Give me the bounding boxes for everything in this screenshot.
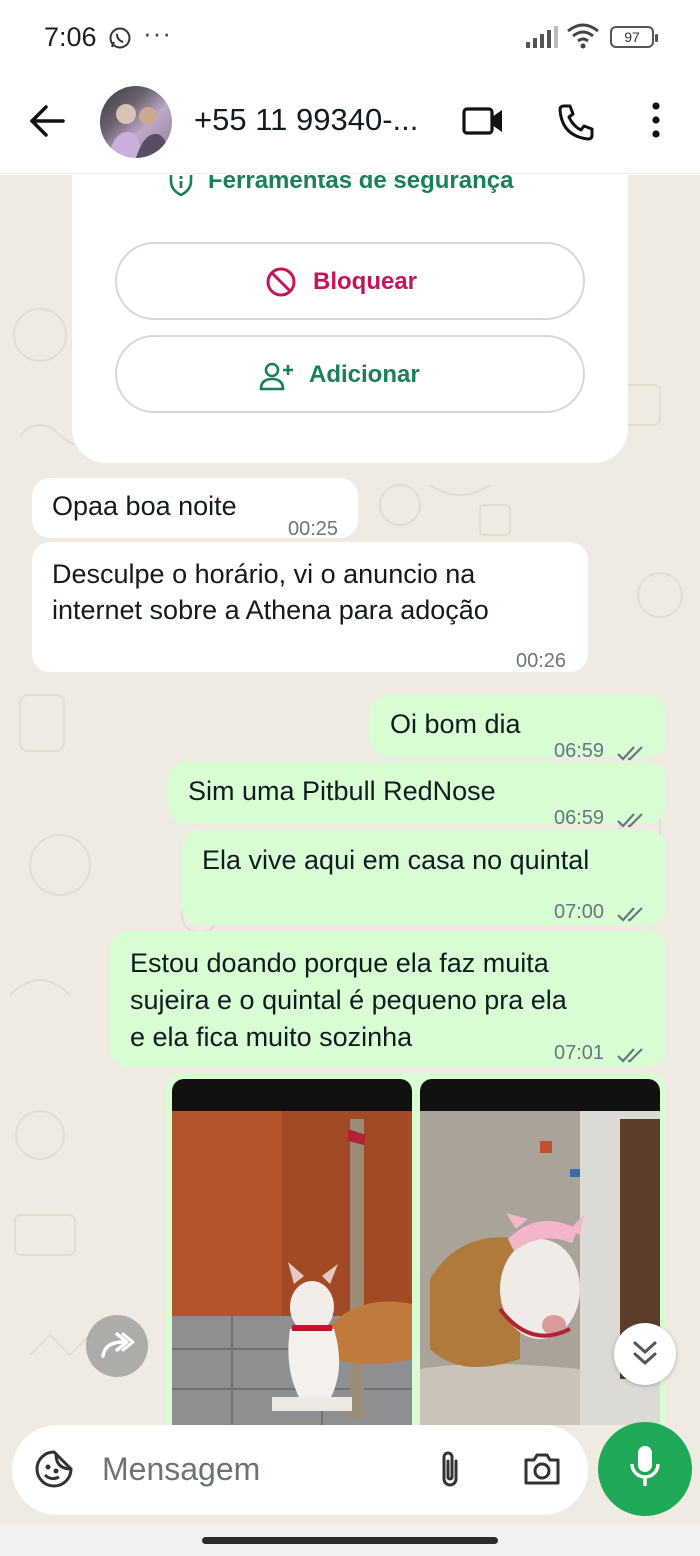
mic-button[interactable] <box>598 1422 692 1516</box>
chat-area[interactable]: Ferramentas de segurança Bloquear Adicio… <box>0 175 700 1425</box>
read-ticks-icon <box>616 1037 648 1073</box>
signal-icon <box>526 26 560 53</box>
shield-icon <box>168 175 194 202</box>
safety-tools-title[interactable]: Ferramentas de segurança <box>208 175 513 195</box>
message-line: internet sobre a Athena para adoção <box>52 595 489 625</box>
contact-name[interactable]: +55 11 99340-... <box>194 102 418 138</box>
home-gesture-handle[interactable] <box>202 1537 498 1544</box>
more-vertical-icon[interactable] <box>646 100 666 145</box>
block-button[interactable]: Bloquear <box>115 242 585 320</box>
message-bubble-outgoing[interactable]: Ela vive aqui em casa no quintal 07:00 <box>182 830 666 925</box>
message-time: 07:01 <box>554 1042 605 1064</box>
message-text: Desculpe o horário, vi o anuncio na inte… <box>52 556 489 628</box>
block-button-label: Bloquear <box>313 268 418 295</box>
video-call-icon[interactable] <box>462 104 504 143</box>
mic-icon <box>630 1446 660 1486</box>
phone-icon[interactable] <box>556 102 596 147</box>
message-text: Sim uma Pitbull RedNose <box>188 776 496 806</box>
attach-icon[interactable] <box>436 1449 464 1496</box>
message-bubble-outgoing[interactable]: Oi bom dia 06:59 <box>370 695 666 762</box>
camera-icon[interactable] <box>522 1451 562 1492</box>
forward-button[interactable] <box>86 1315 148 1377</box>
read-ticks-icon <box>616 896 648 932</box>
add-contact-button[interactable]: Adicionar <box>115 335 585 413</box>
message-time: 07:00 <box>554 901 605 923</box>
sticker-icon[interactable] <box>34 1449 74 1494</box>
status-time: 7:06 <box>44 22 97 52</box>
message-line: Estou doando porque ela faz muita <box>130 948 549 978</box>
wifi-icon <box>566 22 600 55</box>
message-text: Ela vive aqui em casa no quintal <box>202 845 590 875</box>
more-dots-icon: ··· <box>143 18 172 48</box>
message-bubble-incoming[interactable]: Desculpe o horário, vi o anuncio na inte… <box>32 542 588 672</box>
block-icon <box>265 266 297 303</box>
whatsapp-icon <box>108 26 132 55</box>
avatar[interactable] <box>100 86 172 158</box>
message-line: Desculpe o horário, vi o anuncio na <box>52 559 476 589</box>
message-text: Opaa boa noite <box>52 491 237 521</box>
message-time: 00:26 <box>516 650 567 672</box>
back-arrow-icon[interactable] <box>28 104 66 143</box>
media-message-outgoing[interactable] <box>166 1073 666 1425</box>
status-bar: 7:06 ··· 97 <box>0 0 700 78</box>
message-bubble-incoming[interactable]: Opaa boa noite 00:25 <box>32 478 358 540</box>
add-contact-label: Adicionar <box>309 361 420 388</box>
chat-header: +55 11 99340-... <box>0 78 700 174</box>
system-nav-bar <box>0 1525 700 1556</box>
safety-tools-card: Ferramentas de segurança Bloquear Adicio… <box>72 175 628 463</box>
message-bubble-outgoing[interactable]: Estou doando porque ela faz muita sujeir… <box>110 931 666 1067</box>
message-text: Oi bom dia <box>390 709 521 739</box>
dog-photo-1[interactable] <box>172 1079 412 1425</box>
message-bubble-outgoing[interactable]: Sim uma Pitbull RedNose 06:59 <box>168 762 666 829</box>
message-input-placeholder: Mensagem <box>102 1451 261 1487</box>
add-person-icon <box>259 361 295 396</box>
scroll-down-button[interactable] <box>614 1323 676 1385</box>
message-line: sujeira e o quintal é pequeno pra ela <box>130 985 567 1015</box>
message-input[interactable]: Mensagem <box>12 1425 588 1515</box>
battery-icon: 97 <box>610 26 658 48</box>
